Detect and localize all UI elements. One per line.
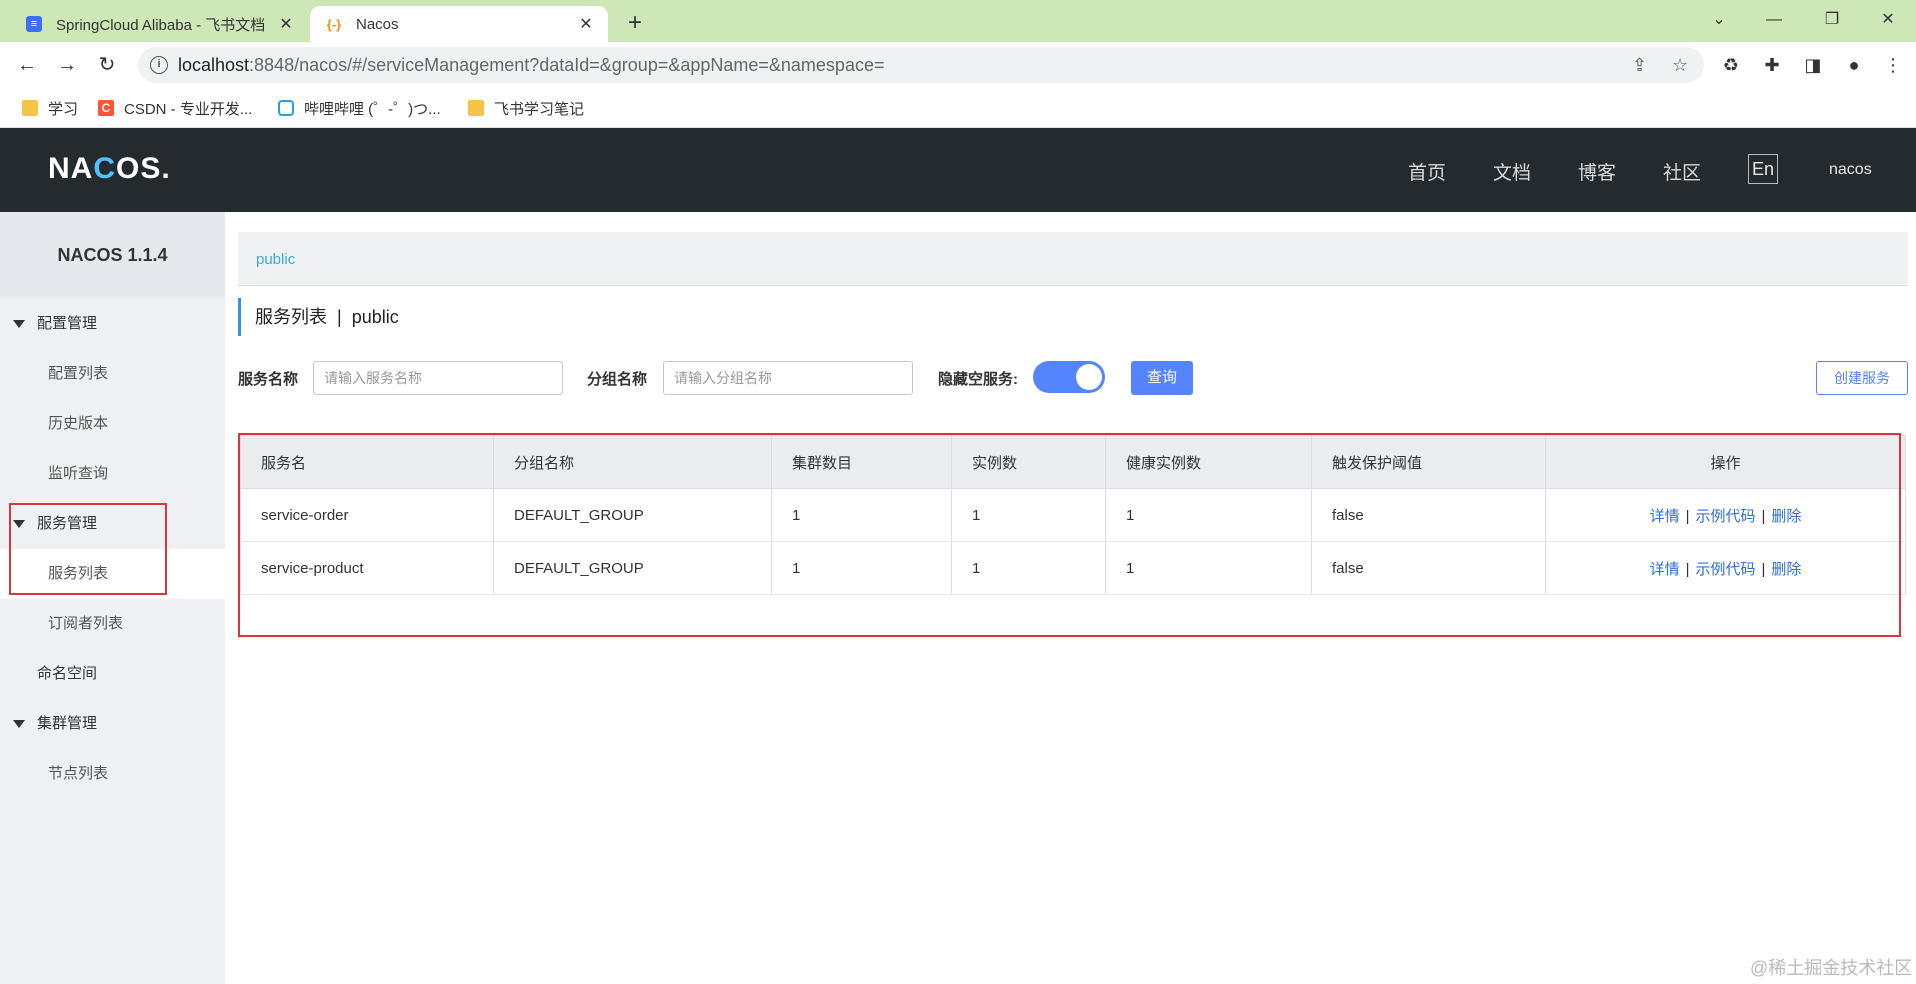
top-navigation: NACOS. 首页 文档 博客 社区 En nacos <box>0 128 1916 212</box>
bookmark-csdn[interactable]: C CSDN - 专业开发... <box>98 96 252 120</box>
browser-tab-feishu[interactable]: ≡ SpringCloud Alibaba - 飞书文档 ✕ <box>10 6 308 42</box>
folder-icon <box>468 100 484 116</box>
info-icon[interactable]: i <box>150 56 168 74</box>
sidebar-item-config-list[interactable]: 配置列表 <box>0 349 225 399</box>
bookmarks-bar: 学习 C CSDN - 专业开发... 哔哩哔哩 (゜-゜)つ... 飞书学习笔… <box>0 88 1916 128</box>
sidepanel-icon[interactable]: ◨ <box>1800 52 1826 78</box>
hide-empty-label: 隐藏空服务: <box>938 371 1018 388</box>
chevron-down-icon[interactable]: ⌄ <box>1697 4 1741 36</box>
sidebar-item-history[interactable]: 历史版本 <box>0 399 225 449</box>
share-icon[interactable]: ⇪ <box>1632 55 1647 76</box>
nav-blog[interactable]: 博客 <box>1578 158 1616 185</box>
tab-title: SpringCloud Alibaba - 飞书文档 <box>56 16 266 34</box>
back-icon[interactable]: ← <box>12 50 42 80</box>
nav-community[interactable]: 社区 <box>1663 158 1701 185</box>
nav-home[interactable]: 首页 <box>1408 158 1446 185</box>
sidebar-group-config[interactable]: 配置管理 <box>0 299 225 349</box>
service-name-input[interactable]: 请输入服务名称 <box>313 361 563 395</box>
group-name-label: 分组名称 <box>587 371 648 388</box>
query-button[interactable]: 查询 <box>1131 361 1193 395</box>
bookmark-feishu-notes[interactable]: 飞书学习笔记 <box>468 96 584 120</box>
forward-icon[interactable]: → <box>52 50 82 80</box>
browser-tab-bar: ≡ SpringCloud Alibaba - 飞书文档 ✕ {-} Nacos… <box>0 0 1916 42</box>
puzzle-icon[interactable]: ✚ <box>1759 52 1785 78</box>
sidebar-group-namespace[interactable]: 命名空间 <box>0 649 225 699</box>
sidebar-item-listener[interactable]: 监听查询 <box>0 449 225 499</box>
url-input[interactable]: i localhost:8848/nacos/#/serviceManageme… <box>138 47 1704 83</box>
title-separator: | <box>337 307 342 327</box>
user-menu[interactable]: nacos <box>1829 161 1872 179</box>
window-close-icon[interactable]: ✕ <box>1866 4 1910 36</box>
namespace-tab-public[interactable]: public <box>256 251 295 268</box>
highlight-box-sidebar <box>9 503 167 595</box>
namespace-bar: public <box>238 232 1908 286</box>
close-icon[interactable]: ✕ <box>274 14 298 34</box>
tab-title: Nacos <box>356 15 399 33</box>
sidebar-item-nodes[interactable]: 节点列表 <box>0 749 225 799</box>
minimize-icon[interactable]: — <box>1752 4 1796 36</box>
version-title: NACOS 1.1.4 <box>0 212 225 298</box>
more-icon[interactable]: ⋮ <box>1880 52 1906 78</box>
recycle-icon[interactable]: ♻ <box>1718 52 1744 78</box>
nacos-logo[interactable]: NACOS. <box>48 152 171 186</box>
address-bar: ← → ↻ i localhost:8848/nacos/#/serviceMa… <box>0 42 1916 88</box>
profile-avatar-icon[interactable]: ● <box>1841 52 1867 78</box>
caret-down-icon <box>13 720 25 728</box>
create-service-button[interactable]: 创建服务 <box>1816 361 1908 395</box>
close-icon[interactable]: ✕ <box>574 14 598 34</box>
folder-icon <box>22 100 38 116</box>
hide-empty-toggle[interactable] <box>1033 361 1105 393</box>
watermark: @稀土掘金技术社区 <box>1750 958 1913 978</box>
doc-icon: ≡ <box>26 16 42 32</box>
nav-docs[interactable]: 文档 <box>1493 158 1531 185</box>
group-name-input[interactable]: 请输入分组名称 <box>663 361 913 395</box>
caret-down-icon <box>13 320 25 328</box>
browser-tab-nacos[interactable]: {-} Nacos ✕ <box>310 6 608 42</box>
sidebar-group-cluster[interactable]: 集群管理 <box>0 699 225 749</box>
service-name-label: 服务名称 <box>238 371 299 388</box>
nacos-icon: {-} <box>326 16 342 32</box>
new-tab-icon[interactable]: + <box>620 8 650 38</box>
sidebar-item-subscribers[interactable]: 订阅者列表 <box>0 599 225 649</box>
language-switch[interactable]: En <box>1748 154 1778 184</box>
url-text: localhost:8848/nacos/#/serviceManagement… <box>178 55 885 75</box>
sidebar: NACOS 1.1.4 配置管理 配置列表 历史版本 监听查询 服务管理 服务列… <box>0 212 225 984</box>
bookmark-bilibili[interactable]: 哔哩哔哩 (゜-゜)つ... <box>278 96 441 120</box>
bilibili-icon <box>278 100 294 116</box>
restore-icon[interactable]: ❐ <box>1810 4 1854 36</box>
toggle-knob <box>1076 364 1102 390</box>
star-icon[interactable]: ☆ <box>1672 55 1688 76</box>
bookmark-study[interactable]: 学习 <box>22 96 78 120</box>
page-title: 服务列表 | public <box>238 298 399 336</box>
highlight-box-table <box>238 433 1901 637</box>
csdn-icon: C <box>98 100 114 116</box>
reload-icon[interactable]: ↻ <box>92 50 122 80</box>
